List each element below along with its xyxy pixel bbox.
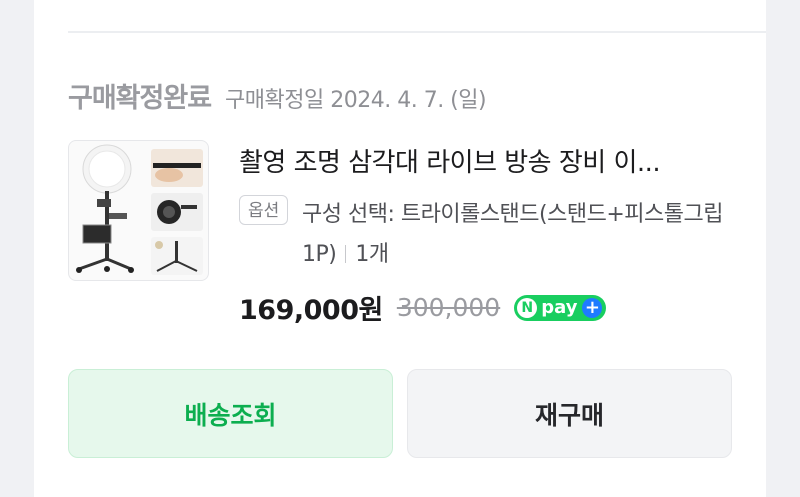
divider bbox=[68, 31, 766, 33]
product-name-link[interactable]: 촬영 조명 삼각대 라이브 방송 장비 이... bbox=[239, 142, 735, 179]
order-status-row: 구매확정완료 구매확정일 2024. 4. 7. (일) bbox=[68, 76, 487, 116]
product-image bbox=[76, 144, 203, 275]
option-separator bbox=[345, 245, 347, 263]
option-badge: 옵션 bbox=[239, 195, 289, 225]
track-delivery-button[interactable]: 배송조회 bbox=[68, 369, 393, 458]
product-thumbnail[interactable] bbox=[68, 140, 209, 281]
product-option-info: 구성 선택: 트라이롤스탠드(스탠드+피스톨그립1P) 1개 bbox=[302, 195, 742, 275]
order-confirm-date: 구매확정일 2024. 4. 7. (일) bbox=[225, 88, 487, 113]
price-row: 169,000원 300,000 N pay + bbox=[239, 288, 607, 327]
sale-price: 169,000원 bbox=[239, 295, 383, 326]
product-quantity: 1개 bbox=[355, 242, 389, 267]
reorder-button[interactable]: 재구매 bbox=[407, 369, 732, 458]
plus-icon: + bbox=[582, 297, 603, 318]
npay-plus-badge: N pay + bbox=[514, 294, 607, 321]
npay-label: pay bbox=[541, 297, 578, 318]
order-card: 구매확정완료 구매확정일 2024. 4. 7. (일) 촬영 조명 삼각대 라… bbox=[34, 0, 766, 497]
original-price: 300,000 bbox=[396, 293, 501, 322]
npay-n-icon: N bbox=[517, 297, 538, 318]
order-status-title: 구매확정완료 bbox=[68, 83, 212, 114]
